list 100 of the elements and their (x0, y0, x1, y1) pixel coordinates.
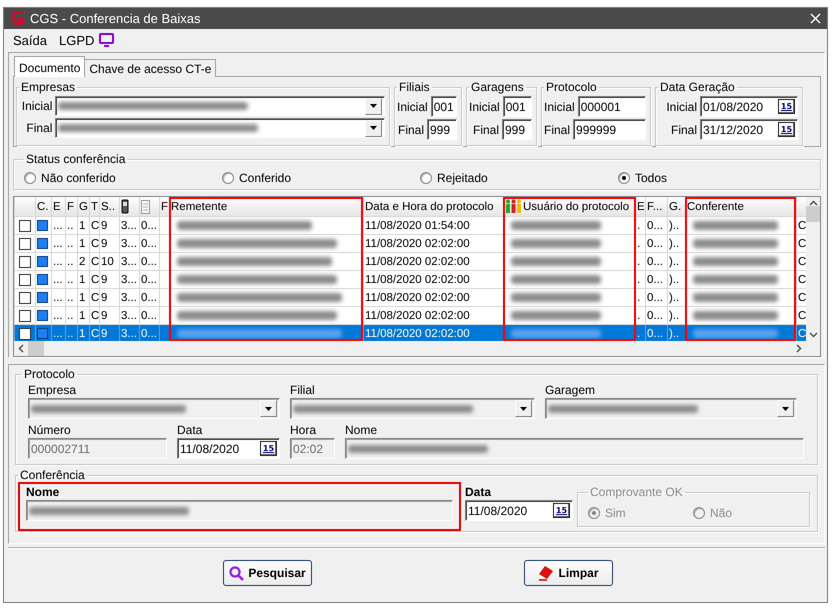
clear-button[interactable]: Limpar (524, 560, 613, 586)
input-field[interactable] (26, 500, 453, 521)
caret-icon (370, 104, 377, 108)
calendar-button[interactable]: 15 (778, 99, 795, 114)
table-cell: . (637, 328, 640, 340)
table-cell: 0... (141, 274, 157, 286)
date-field[interactable]: 11/08/2020 15 (177, 438, 280, 459)
input-field[interactable]: 999999 (573, 119, 646, 140)
checkbox[interactable] (19, 292, 31, 304)
table-cell: .. (67, 256, 74, 268)
dropdown-button[interactable] (365, 120, 382, 136)
radio-option[interactable]: Todos (618, 170, 816, 184)
table-cell: .. (67, 220, 74, 232)
column-header[interactable]: T (90, 197, 98, 216)
table-row[interactable]: ... .. 1 C 9 3... 0... 11/08/2020 02:02:00 . 0... ).. C (14, 306, 806, 324)
table-cell: . (637, 220, 640, 232)
table-cell: C (91, 310, 98, 322)
input-field[interactable]: 999 (427, 119, 457, 140)
search-button[interactable]: Pesquisar (223, 560, 312, 586)
table-cell: . (637, 274, 640, 286)
column-header[interactable]: E (636, 197, 644, 216)
tab[interactable]: Chave de acesso CT-e (84, 59, 216, 77)
dropdown-field[interactable] (55, 118, 385, 138)
column-header[interactable]: G. (668, 197, 684, 216)
table-cell: .. (67, 328, 74, 340)
table-cell: C (91, 328, 98, 340)
table-cell: ... (53, 310, 63, 322)
table-cell: ).. (669, 310, 680, 322)
table-row[interactable]: ... .. 1 C 9 3... 0... 11/08/2020 02:02:00 . 0... ).. C (14, 288, 806, 306)
tab[interactable]: Documento (14, 56, 86, 77)
column-header[interactable]: F (66, 197, 76, 216)
column-header[interactable]: F (160, 197, 168, 216)
table-row[interactable]: ... .. 1 C 9 3... 0... 11/08/2020 01:54:00 . 0... ).. C (14, 216, 806, 234)
table-row[interactable]: ... .. 1 C 9 3... 0... 11/08/2020 02:02:00 . 0... ).. C (14, 234, 806, 252)
field-label: Nome (345, 423, 378, 438)
status-square-icon (37, 256, 48, 267)
close-icon[interactable] (810, 13, 821, 24)
checkbox[interactable] (19, 238, 31, 250)
radio-option[interactable]: Rejeitado (420, 170, 618, 184)
column-header[interactable]: E (52, 197, 64, 216)
status-square-icon (37, 238, 48, 249)
table-cell: 3... (121, 274, 137, 286)
dropdown-field[interactable] (55, 96, 385, 116)
table-cell: ).. (669, 292, 680, 304)
radio-button[interactable] (618, 172, 630, 184)
table-row[interactable]: ... .. 1 C 9 3... 0... 11/08/2020 02:02:00 . 0... ).. C (14, 270, 806, 288)
input-field[interactable]: 001 (430, 96, 457, 117)
calendar-button[interactable]: 15 (260, 441, 277, 456)
input-field[interactable]: 999 (502, 119, 532, 140)
field-label: Inicial (544, 100, 575, 114)
dropdown-button[interactable] (365, 98, 382, 114)
monitor-icon[interactable] (99, 33, 114, 47)
table-cell: 0... (647, 328, 663, 340)
status-square-icon (37, 292, 48, 303)
table-cell: 0... (647, 256, 663, 268)
table-cell: ).. (669, 274, 680, 286)
table-cell: C (798, 292, 806, 304)
table-cell: 11/08/2020 02:02:00 (365, 274, 470, 286)
date-field[interactable]: 01/08/2020 15 (700, 96, 798, 117)
table-row[interactable]: ... .. 2 C 10 3... 0... 11/08/2020 02:02:00 . 0... ).. C (14, 252, 806, 270)
radio-button[interactable] (24, 172, 36, 184)
caret-icon (520, 406, 527, 410)
column-header[interactable]: S.. (100, 197, 118, 216)
radio-button[interactable] (420, 172, 432, 184)
table-cell: ... (53, 238, 63, 250)
table-cell: 9 (101, 292, 108, 304)
column-header[interactable]: G (78, 197, 88, 216)
date-field[interactable]: 31/12/2020 15 (700, 119, 798, 140)
field-label: Inicial (469, 100, 500, 114)
table-cell: ... (53, 256, 63, 268)
scroll-thumb[interactable] (28, 341, 44, 356)
column-header[interactable]: Data e Hora do protocolo (364, 197, 502, 216)
calendar-button[interactable]: 15 (553, 503, 570, 518)
checkbox[interactable] (19, 310, 31, 322)
radio-option[interactable]: Não conferido (24, 170, 222, 184)
table-cell: 0... (141, 256, 157, 268)
checkbox[interactable] (19, 256, 31, 268)
column-header[interactable]: C. (36, 197, 50, 216)
column-header[interactable] (120, 197, 138, 216)
menu-item[interactable]: Saída (13, 32, 47, 48)
scroll-thumb[interactable] (806, 206, 820, 222)
menu-item[interactable]: LGPD (58, 32, 94, 48)
table-cell: 9 (101, 220, 108, 232)
column-header[interactable]: F... (646, 197, 666, 216)
input-field[interactable]: 001 (502, 96, 532, 117)
input-field[interactable]: 000001 (578, 96, 646, 117)
checkbox[interactable] (19, 328, 31, 340)
caret-icon (265, 406, 272, 410)
table-cell: 3... (121, 328, 137, 340)
table-cell: 11/08/2020 02:02:00 (365, 328, 470, 340)
date-field[interactable]: 11/08/2020 15 (465, 500, 573, 521)
radio-button[interactable] (222, 172, 234, 184)
checkbox[interactable] (19, 220, 31, 232)
checkbox[interactable] (19, 274, 31, 286)
calendar-button[interactable]: 15 (778, 122, 795, 137)
field-label: Final (472, 122, 499, 136)
table-cell: 3... (121, 292, 137, 304)
table-cell: C (91, 238, 98, 250)
radio-option[interactable]: Conferido (222, 170, 420, 184)
table-cell: 1 (79, 310, 86, 322)
